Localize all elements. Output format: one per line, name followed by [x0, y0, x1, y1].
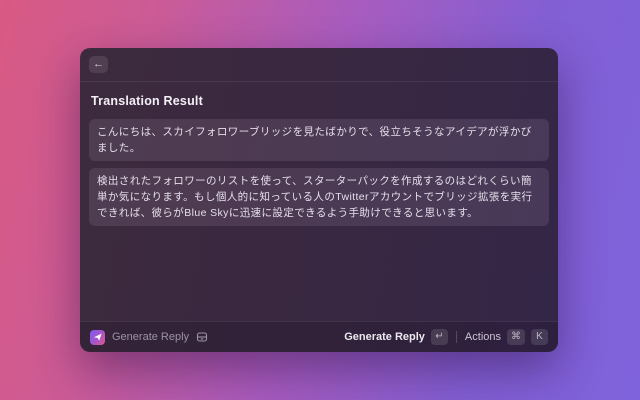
- divider: [456, 331, 457, 343]
- window-header: ←: [80, 48, 558, 82]
- window-icon: [196, 331, 208, 343]
- enter-keycap: ↵: [431, 329, 448, 345]
- translation-result-window: ← Translation Result こんにちは、スカイフォロワーブリッジを…: [80, 48, 558, 352]
- action-bar-right: Generate Reply ↵ Actions ⌘ K: [344, 329, 548, 345]
- bird-glyph-icon: [93, 332, 103, 342]
- action-bar: Generate Reply Generate Reply ↵ Actions …: [80, 321, 558, 352]
- back-button[interactable]: ←: [89, 56, 108, 73]
- cmd-keycap: ⌘: [507, 329, 525, 345]
- translation-paragraph[interactable]: こんにちは、スカイフォロワーブリッジを見たばかりで、役立ちそうなアイデアが浮かび…: [89, 119, 549, 161]
- extension-app-icon: [90, 330, 105, 345]
- translation-paragraph[interactable]: 検出されたフォロワーのリストを使って、スターターパックを作成するのはどれくらい簡…: [89, 168, 549, 226]
- footer-command-title: Generate Reply: [112, 331, 189, 343]
- window-body: Translation Result こんにちは、スカイフォロワーブリッジを見た…: [80, 82, 558, 321]
- generate-reply-button[interactable]: Generate Reply: [344, 331, 425, 343]
- page-title: Translation Result: [91, 94, 549, 108]
- k-keycap: K: [531, 329, 548, 345]
- actions-button[interactable]: Actions: [465, 331, 501, 343]
